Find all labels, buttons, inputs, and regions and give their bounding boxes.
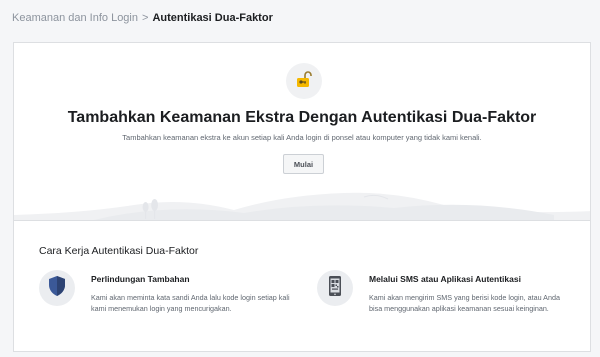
how-it-works-title: Cara Kerja Autentikasi Dua-Faktor [39,245,199,257]
breadcrumb-separator: > [142,12,149,24]
phone-qr-icon-badge [317,270,353,306]
shield-icon [47,275,67,302]
feature-title: Melalui SMS atau Aplikasi Autentikasi [369,274,521,284]
start-button[interactable]: Mulai [283,154,324,174]
phone-qr-icon [325,275,345,302]
hero-section: Tambahkan Keamanan Ekstra Dengan Autenti… [14,43,590,221]
breadcrumb-parent-link[interactable]: Keamanan dan Info Login [12,12,138,24]
how-it-works-section: Cara Kerja Autentikasi Dua-Faktor Perlin… [14,222,590,352]
hills-illustration [14,192,590,220]
feature-description: Kami akan mengirim SMS yang berisi kode … [369,293,560,313]
feature-description: Kami akan meminta kata sandi Anda lalu k… [91,293,290,313]
two-factor-card: Tambahkan Keamanan Ekstra Dengan Autenti… [13,42,591,352]
breadcrumb: Keamanan dan Info Login > Autentikasi Dua-… [12,12,273,24]
lock-icon-badge [286,63,322,99]
breadcrumb-current: Autentikasi Dua-Faktor [152,12,273,24]
feature-title: Perlindungan Tambahan [91,274,190,284]
shield-icon-badge [39,270,75,306]
hero-subtitle: Tambahkan keamanan ekstra ke akun setiap… [122,133,482,142]
hero-title: Tambahkan Keamanan Ekstra Dengan Autenti… [67,109,537,126]
unlocked-padlock-icon [294,69,314,94]
